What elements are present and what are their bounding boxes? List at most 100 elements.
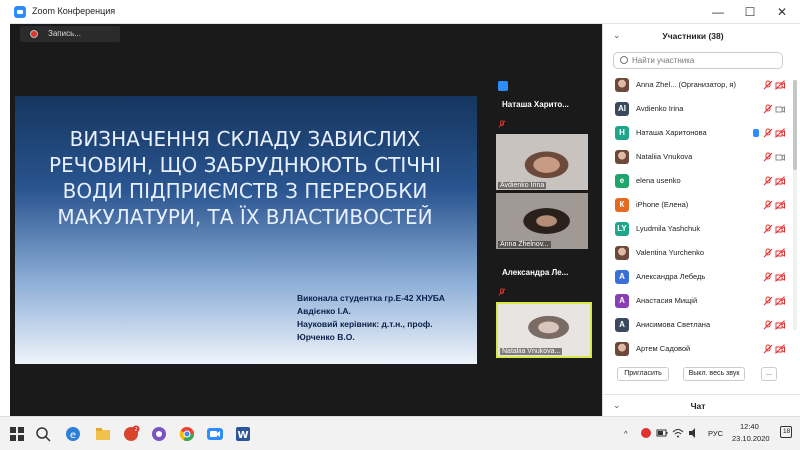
maximize-button[interactable]: ☐ <box>736 0 764 24</box>
invite-button[interactable]: Пригласить <box>617 367 669 381</box>
video-off-icon[interactable] <box>775 320 785 330</box>
muted-mic-icon[interactable] <box>763 176 773 186</box>
avatar: LY <box>615 222 629 236</box>
clock-date[interactable]: 23.10.2020 <box>732 434 770 443</box>
participant-status-icons <box>751 104 785 114</box>
slide-title-line: ВОДИ ПІДПРИЄМСТВ З ПЕРЕРОБКИ <box>62 179 428 203</box>
active-speaker-tile[interactable]: Nataliia Vnukova... <box>496 302 592 358</box>
tray-expand-icon[interactable]: ^ <box>624 429 628 438</box>
muted-mic-icon[interactable] <box>763 104 773 114</box>
participant-row[interactable]: КiPhone (Елена) <box>603 194 789 218</box>
language-indicator[interactable]: РУС <box>708 429 723 438</box>
record-icon <box>30 30 38 38</box>
recording-label: Запись... <box>48 29 81 38</box>
raised-hand-icon <box>498 81 508 91</box>
viber-icon[interactable] <box>150 425 168 443</box>
muted-mic-icon[interactable] <box>763 272 773 282</box>
video-tile-caption: Anna Zhelnov... <box>498 241 551 248</box>
word-app-icon[interactable]: W <box>234 425 252 443</box>
participant-row[interactable]: Артем Садовой <box>603 338 789 362</box>
muted-mic-icon[interactable] <box>763 128 773 138</box>
video-off-icon[interactable] <box>775 272 785 282</box>
participant-row[interactable]: А Анисимова Светлана <box>603 314 789 338</box>
gallery-name-tile[interactable]: Наташа Харито... <box>502 100 600 109</box>
windows-taskbar: e 2 W ^ РУС 12:40 23.10.2020 18 <box>0 416 800 450</box>
zoom-app-icon[interactable] <box>206 425 224 443</box>
participant-list-scrollbar[interactable] <box>793 80 797 330</box>
participant-name: Артем Садовой <box>636 344 691 353</box>
minimize-button[interactable]: — <box>704 0 732 24</box>
battery-icon[interactable] <box>656 427 668 439</box>
volume-icon[interactable] <box>688 427 700 439</box>
participant-row[interactable]: Nataliia Vnukova <box>603 146 789 170</box>
video-off-icon[interactable] <box>775 176 785 186</box>
avatar: К <box>615 198 629 212</box>
participant-name: Anna Zhel... (Организатор, я) <box>636 80 736 89</box>
video-on-icon[interactable] <box>775 152 785 162</box>
participant-status-icons <box>751 272 785 282</box>
video-off-icon[interactable] <box>775 248 785 258</box>
tray-app-icon[interactable] <box>640 427 652 439</box>
avatar: А <box>615 318 629 332</box>
participant-name: Анисимова Светлана <box>636 320 711 329</box>
search-placeholder: Найти участника <box>632 56 695 65</box>
participant-row[interactable]: LY Lyudmila Yashchuk <box>603 218 789 242</box>
search-input[interactable]: Найти участника <box>613 52 783 69</box>
video-off-icon[interactable] <box>775 224 785 234</box>
wifi-icon[interactable] <box>672 427 684 439</box>
edge-browser-icon[interactable]: e <box>64 425 82 443</box>
video-off-icon[interactable] <box>775 128 785 138</box>
participant-row[interactable]: AI Avdienko Irina <box>603 98 789 122</box>
recording-indicator[interactable]: Запись... <box>20 26 120 42</box>
participant-row[interactable]: А Александра Лебедь <box>603 266 789 290</box>
mute-all-button[interactable]: Выкл. весь звук <box>683 367 745 381</box>
participant-status-icons <box>751 176 785 186</box>
muted-mic-icon[interactable] <box>763 152 773 162</box>
search-icon[interactable] <box>34 425 52 443</box>
participant-status-icons <box>751 152 785 162</box>
participant-row[interactable]: e elena usenko <box>603 170 789 194</box>
scrollbar-thumb[interactable] <box>793 80 797 170</box>
chat-header[interactable]: ⌄ Чат <box>603 394 800 416</box>
gallery-name-tile[interactable]: Александра Ле... <box>502 268 600 277</box>
participant-row[interactable]: А Анастасия Мищій <box>603 290 789 314</box>
windows-start-icon[interactable] <box>8 425 26 443</box>
muted-mic-icon[interactable] <box>763 248 773 258</box>
participant-name: Наташа Харитонова <box>636 128 707 137</box>
video-on-icon[interactable] <box>775 104 785 114</box>
muted-mic-icon[interactable] <box>763 200 773 210</box>
video-off-icon[interactable] <box>775 200 785 210</box>
video-off-icon[interactable] <box>775 80 785 90</box>
avatar <box>615 246 629 260</box>
avatar <box>615 150 629 164</box>
participant-status-icons <box>751 224 785 234</box>
file-explorer-icon[interactable] <box>94 425 112 443</box>
avatar: e <box>615 174 629 188</box>
avatar: AI <box>615 102 629 116</box>
credit-line: Авдієнко І.А. <box>297 306 351 316</box>
participant-row[interactable]: Н Наташа Харитонова <box>603 122 789 146</box>
gallery-video-tile[interactable]: Anna Zhelnov... <box>496 193 588 249</box>
slide-title-line: ВИЗНАЧЕННЯ СКЛАДУ ЗАВИСЛИХ <box>69 127 421 151</box>
video-off-icon[interactable] <box>775 344 785 354</box>
close-button[interactable]: ✕ <box>768 0 796 24</box>
muted-mic-icon[interactable] <box>763 344 773 354</box>
chrome-icon[interactable] <box>178 425 196 443</box>
credit-line: Науковий керівник: д.т.н., проф. <box>297 319 433 329</box>
participant-status-icons <box>751 80 785 90</box>
participant-status-icons <box>751 248 785 258</box>
muted-mic-icon[interactable] <box>763 320 773 330</box>
participant-row[interactable]: Valentina Yurchenko <box>603 242 789 266</box>
muted-mic-icon[interactable] <box>763 224 773 234</box>
clock-time[interactable]: 12:40 <box>740 422 759 431</box>
mail-icon[interactable]: 2 <box>122 425 140 443</box>
muted-mic-icon[interactable] <box>763 296 773 306</box>
participant-name: Lyudmila Yashchuk <box>636 224 701 233</box>
participant-status-icons <box>751 128 785 138</box>
muted-mic-icon[interactable] <box>763 80 773 90</box>
gallery-video-tile[interactable]: Avdienko Irina <box>496 134 588 190</box>
participant-row[interactable]: Anna Zhel... (Организатор, я) <box>603 74 789 98</box>
video-off-icon[interactable] <box>775 296 785 306</box>
more-options-button[interactable]: ... <box>761 367 777 381</box>
slide-title: ВИЗНАЧЕННЯ СКЛАДУ ЗАВИСЛИХ РЕЧОВИН, ЩО З… <box>35 126 455 230</box>
